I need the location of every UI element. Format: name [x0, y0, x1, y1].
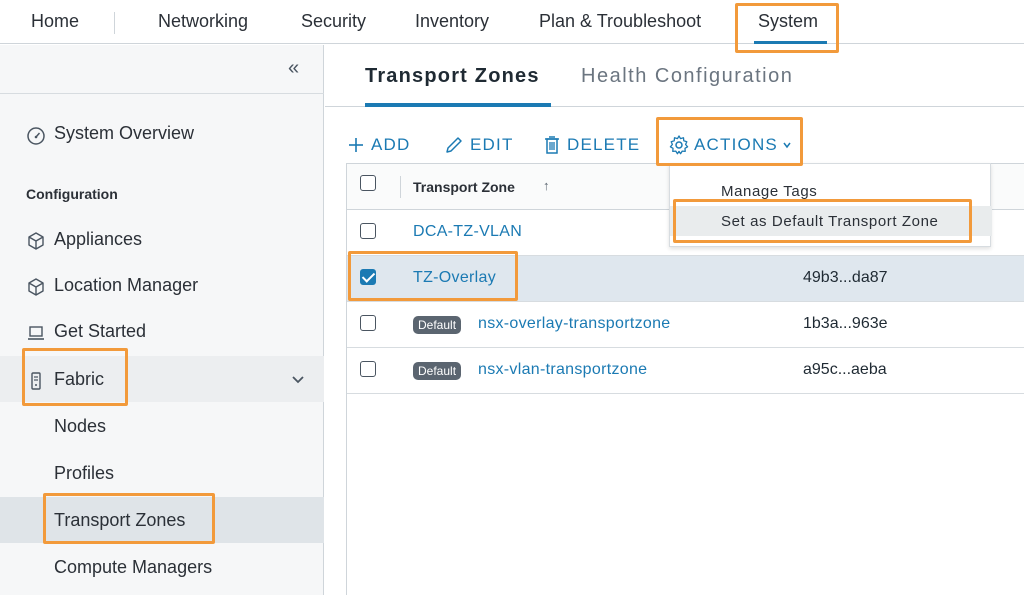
add-label: ADD [371, 135, 411, 154]
pencil-icon [446, 137, 462, 153]
sidebar-item-transport-zones[interactable]: Transport Zones [0, 497, 324, 543]
sidebar-item-get-started[interactable]: Get Started [0, 308, 324, 354]
table-row[interactable]: Default nsx-vlan-transportzone a95c...ae… [347, 348, 1024, 394]
sidebar-item-profiles[interactable]: Profiles [0, 450, 324, 496]
sidebar-item-label: Location Manager [54, 275, 199, 295]
select-all-checkbox[interactable] [360, 175, 376, 191]
transport-zone-link[interactable]: nsx-vlan-transportzone [478, 361, 647, 379]
sidebar-item-location-manager[interactable]: Location Manager [0, 262, 324, 308]
default-badge: Default [413, 316, 462, 334]
tab-transport-zones[interactable]: Transport Zones [365, 65, 540, 88]
actions-button[interactable]: ACTIONS [668, 135, 792, 155]
sidebar-item-compute-managers[interactable]: Compute Managers [0, 544, 324, 590]
sidebar-item-label: Transport Zones [54, 510, 186, 530]
default-badge: Default [413, 362, 462, 380]
sidebar-item-label: Appliances [54, 229, 143, 249]
menu-item-label: Set as Default Transport Zone [721, 213, 939, 230]
collapse-sidebar-icon[interactable]: « [288, 57, 299, 80]
nav-home[interactable]: Home [31, 11, 79, 32]
sidebar-item-label: Profiles [54, 463, 115, 483]
tab-active-indicator [365, 103, 551, 107]
add-button[interactable]: ADD [347, 135, 411, 155]
plus-icon [349, 138, 363, 152]
section-title-configuration: Configuration [26, 186, 118, 202]
delete-button[interactable]: DELETE [543, 135, 640, 155]
transport-zone-id: 1b3a...963e [803, 315, 888, 332]
actions-dropdown-menu: Manage Tags Set as Default Transport Zon… [669, 163, 992, 247]
top-navigation: Home Networking Security Inventory Plan … [0, 0, 1024, 44]
transport-zone-link[interactable]: nsx-overlay-transportzone [478, 315, 670, 333]
sort-ascending-icon[interactable]: ↑ [543, 178, 550, 193]
edit-button[interactable]: EDIT [444, 135, 514, 155]
cube-icon [28, 278, 44, 296]
actions-label: ACTIONS [694, 135, 778, 154]
gauge-icon [27, 127, 45, 145]
row-checkbox[interactable] [360, 269, 376, 285]
sidebar-item-label: System Overview [54, 123, 195, 143]
edit-label: EDIT [470, 135, 514, 154]
nav-system[interactable]: System [758, 11, 818, 32]
tab-health-configuration[interactable]: Health Configuration [581, 65, 793, 88]
nav-divider [114, 12, 115, 34]
sidebar: « System Overview Configuration Applianc… [0, 45, 324, 595]
cube-icon [28, 232, 44, 250]
table-row[interactable]: TZ-Overlay 49b3...da87 [347, 256, 1024, 302]
gear-icon [669, 135, 689, 155]
transport-zone-link[interactable]: TZ-Overlay [413, 269, 496, 287]
row-checkbox[interactable] [360, 315, 376, 331]
nav-active-indicator [754, 41, 827, 44]
sidebar-item-fabric[interactable]: Fabric [0, 356, 324, 402]
sidebar-item-label: Compute Managers [54, 557, 213, 577]
row-checkbox[interactable] [360, 223, 376, 239]
menu-item-set-default-transport-zone[interactable]: Set as Default Transport Zone [670, 206, 992, 236]
server-icon [31, 372, 41, 390]
sidebar-item-label: Get Started [54, 321, 147, 341]
sidebar-item-nodes[interactable]: Nodes [0, 403, 324, 449]
column-divider [400, 176, 401, 198]
chevron-down-icon [783, 142, 791, 149]
row-checkbox[interactable] [360, 361, 376, 377]
transport-zone-link[interactable]: DCA-TZ-VLAN [413, 223, 522, 241]
delete-label: DELETE [567, 135, 641, 154]
sidebar-divider [0, 93, 324, 94]
tab-bar: Transport Zones Health Configuration [325, 45, 1024, 107]
nav-plan-troubleshoot[interactable]: Plan & Troubleshoot [539, 11, 701, 32]
trash-icon [545, 136, 559, 154]
sidebar-item-appliances[interactable]: Appliances [0, 216, 324, 262]
nav-networking[interactable]: Networking [158, 11, 248, 32]
sidebar-item-label: Fabric [54, 369, 105, 389]
transport-zone-id: a95c...aeba [803, 361, 887, 378]
transport-zone-id: 49b3...da87 [803, 269, 888, 286]
column-header-transport-zone[interactable]: Transport Zone [413, 179, 515, 195]
main-content: Transport Zones Health Configuration ADD… [325, 45, 1024, 595]
nav-inventory[interactable]: Inventory [415, 11, 489, 32]
nav-security[interactable]: Security [301, 11, 366, 32]
sidebar-item-system-overview[interactable]: System Overview [0, 110, 324, 156]
chevron-down-icon[interactable] [290, 372, 306, 388]
laptop-icon [28, 326, 44, 340]
menu-item-label: Manage Tags [721, 183, 818, 200]
menu-item-manage-tags[interactable]: Manage Tags [670, 176, 992, 206]
table-row[interactable]: Default nsx-overlay-transportzone 1b3a..… [347, 302, 1024, 348]
sidebar-item-label: Nodes [54, 416, 107, 436]
